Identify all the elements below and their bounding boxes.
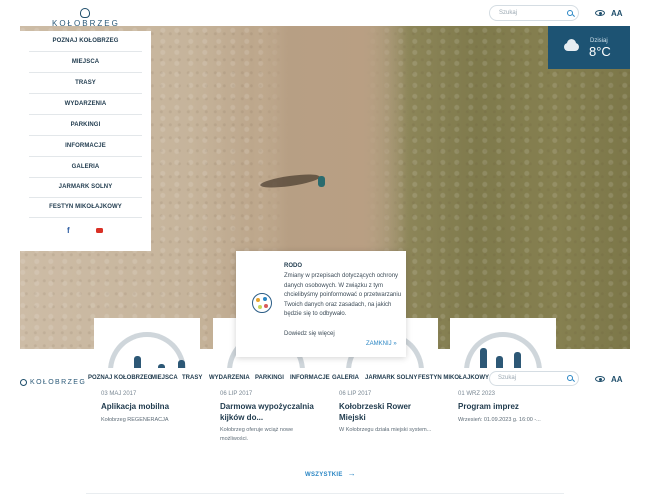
- contrast-eye-icon[interactable]: [595, 10, 605, 16]
- search-input[interactable]: Szukaj: [489, 5, 579, 21]
- facebook-icon[interactable]: f: [67, 226, 70, 235]
- youtube-icon[interactable]: [96, 228, 103, 233]
- nav-item-galeria[interactable]: GALERIA: [332, 375, 359, 381]
- sticky-navbar: KOŁOBRZEG POZNAJ KOŁOBRZEG MIEJSCA TRASY…: [0, 368, 650, 390]
- arrow-right-icon: →: [347, 469, 357, 478]
- news-title[interactable]: Aplikacja mobilna: [101, 401, 201, 412]
- sidebar-item-wydarzenia[interactable]: WYDARZENIA: [29, 94, 142, 115]
- news-desc: Kołobrzeg oferuje wciąż nowe możliwości.: [220, 427, 294, 442]
- nav-item-parkingi[interactable]: PARKINGI: [255, 375, 284, 381]
- crest-icon: [80, 8, 90, 18]
- nav-item-miejsca[interactable]: MIEJSCA: [151, 375, 178, 381]
- search-icon[interactable]: [567, 375, 573, 381]
- nav-item-informacje[interactable]: INFORMACJE: [290, 375, 330, 381]
- nav-item-festyn[interactable]: FESTYN MIKOŁAJKOWY: [418, 375, 489, 381]
- sidebar-item-trasy[interactable]: TRASY: [29, 73, 142, 94]
- font-size-toggle[interactable]: AA: [611, 375, 623, 384]
- walker-figure: [318, 176, 325, 187]
- sidebar-menu: POZNAJ KOŁOBRZEG MIEJSCA TRASY WYDARZENI…: [20, 31, 151, 251]
- all-news-label: WSZYSTKIE: [305, 472, 343, 478]
- navbar-search-input[interactable]: Szukaj: [489, 371, 579, 386]
- weather-widget: Dzisiaj 8°C: [548, 26, 630, 69]
- font-size-toggle[interactable]: AA: [611, 9, 623, 18]
- news-desc: W Kołobrzegu działa miejski system...: [339, 427, 432, 433]
- learn-more-link[interactable]: Dowiedz się więcej: [284, 331, 335, 337]
- rodo-dialog: RODO Zmiany w przepisach dotyczących och…: [236, 251, 406, 357]
- sidebar-item-miejsca[interactable]: MIEJSCA: [29, 52, 142, 73]
- all-news-link[interactable]: WSZYSTKIE →: [305, 469, 356, 478]
- navbar-logo[interactable]: KOŁOBRZEG: [20, 374, 86, 392]
- navbar-search-placeholder: Szukaj: [498, 375, 517, 381]
- crest-icon: [20, 379, 27, 387]
- contrast-eye-icon[interactable]: [595, 376, 605, 382]
- sidebar-item-jarmark[interactable]: JARMARK SOLNY: [29, 177, 142, 198]
- sidebar-item-parkingi[interactable]: PARKINGI: [29, 115, 142, 136]
- site-logo[interactable]: KOŁOBRZEG: [52, 8, 118, 28]
- weather-temperature: 8°C: [589, 44, 611, 59]
- news-desc: Wrzesień: 01.09.2023 g. 16:00 -...: [458, 417, 541, 423]
- news-date: 06 LIP 2017: [339, 391, 372, 397]
- news-date: 03 MAJ 2017: [101, 391, 137, 397]
- news-desc: Kołobrzeg REGENERACJA: [101, 417, 169, 423]
- nav-item-poznaj[interactable]: POZNAJ KOŁOBRZEG: [88, 375, 152, 381]
- rodo-title: RODO: [284, 263, 302, 269]
- sidebar-item-poznaj[interactable]: POZNAJ KOŁOBRZEG: [29, 31, 142, 52]
- search-icon[interactable]: [567, 10, 573, 16]
- rodo-text: Zmiany w przepisach dotyczących ochrony …: [284, 273, 402, 317]
- nav-item-wydarzenia[interactable]: WYDARZENIA: [209, 375, 250, 381]
- close-button[interactable]: ZAMKNIJ »: [366, 341, 397, 347]
- divider: [86, 493, 564, 494]
- cookie-icon: [252, 293, 272, 313]
- news-title[interactable]: Kołobrzeski Rower Miejski: [339, 401, 439, 423]
- sidebar-item-galeria[interactable]: GALERIA: [29, 157, 142, 178]
- news-date: 01 WRZ 2023: [458, 391, 496, 397]
- news-title[interactable]: Program imprez: [458, 401, 558, 412]
- news-title[interactable]: Darmowa wypożyczalnia kijków do...: [220, 401, 320, 423]
- sidebar-item-festyn[interactable]: FESTYN MIKOŁAJKOWY: [29, 197, 142, 218]
- nav-item-trasy[interactable]: TRASY: [182, 375, 202, 381]
- navbar-logo-text: KOŁOBRZEG: [30, 379, 87, 387]
- cloud-icon: [562, 39, 580, 52]
- news-date: 06 LIP 2017: [220, 391, 253, 397]
- sidebar-item-informacje[interactable]: INFORMACJE: [29, 136, 142, 157]
- nav-item-jarmark[interactable]: JARMARK SOLNY: [365, 375, 417, 381]
- search-placeholder: Szukaj: [499, 10, 518, 16]
